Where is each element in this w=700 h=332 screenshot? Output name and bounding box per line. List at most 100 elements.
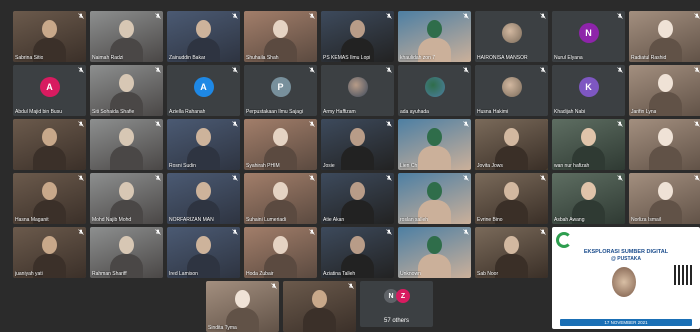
- participant-tile[interactable]: A Aziella Rahanah: [167, 65, 240, 116]
- person-head: [504, 128, 519, 146]
- participant-tile[interactable]: Sabrina Sitio: [13, 11, 86, 62]
- participant-tile[interactable]: wan nur hafizah: [552, 119, 625, 170]
- participant-name: Unknown: [400, 271, 421, 277]
- participant-tile[interactable]: [283, 281, 356, 332]
- participant-tile[interactable]: Army Haffizam: [321, 65, 394, 116]
- participant-name: Hoda Zubair: [246, 271, 274, 277]
- participant-tile[interactable]: Josie: [321, 119, 394, 170]
- participant-tile[interactable]: Suhaini Lumeriadi: [244, 173, 317, 224]
- participant-tile[interactable]: Husna Hakimi: [475, 65, 548, 116]
- mic-off-icon: [155, 175, 161, 181]
- participant-tile[interactable]: Norliza Ismail: [629, 173, 700, 224]
- person-head: [42, 20, 57, 38]
- participant-tile[interactable]: Shuhaila Shah: [244, 11, 317, 62]
- participant-tile[interactable]: NORFARIZAN MAN: [167, 173, 240, 224]
- mic-off-icon: [617, 67, 623, 73]
- participant-name: Naimah Radzi: [92, 55, 124, 61]
- person-head: [119, 236, 134, 254]
- mic-off-icon: [348, 283, 354, 289]
- participant-tile[interactable]: Evrine Bino: [475, 173, 548, 224]
- video-feed: [283, 281, 356, 332]
- participant-name: Khadijah Nabi: [554, 109, 586, 115]
- participant-tile[interactable]: Sindita Tyma: [206, 281, 279, 332]
- mic-off-icon: [463, 229, 469, 235]
- participant-tile[interactable]: Siti Sohaida Shafie: [90, 65, 163, 116]
- mic-off-icon: [309, 229, 315, 235]
- participant-name: Abdul Majid bin Busu: [15, 109, 62, 115]
- video-feed: [90, 119, 163, 170]
- participant-tile[interactable]: khaulidah zon 7: [398, 11, 471, 62]
- participant-tile[interactable]: Hoda Zubair: [244, 227, 317, 278]
- participant-tile[interactable]: Asbah Awang: [552, 173, 625, 224]
- mic-off-icon: [617, 175, 623, 181]
- mic-off-icon: [155, 229, 161, 235]
- participant-name: Nurul Elyana: [554, 55, 583, 61]
- person-head: [427, 20, 442, 38]
- participant-tile[interactable]: Mohd Najib Mohd: [90, 173, 163, 224]
- participant-tile[interactable]: Unknown: [398, 227, 471, 278]
- person-head: [196, 236, 211, 254]
- person-body: [33, 146, 66, 170]
- participant-tile[interactable]: Naimah Radzi: [90, 11, 163, 62]
- person-head: [504, 182, 519, 200]
- participant-name: HAIRONISA MANSOR: [477, 55, 528, 61]
- participant-tile[interactable]: roslan salleh: [398, 173, 471, 224]
- participant-tile[interactable]: HAIRONISA MANSOR: [475, 11, 548, 62]
- participant-tile[interactable]: Sab Noor: [475, 227, 548, 278]
- person-head: [350, 182, 365, 200]
- participant-name: Army Haffizam: [323, 109, 356, 115]
- participant-tile[interactable]: PS KEMAS Ilmu Lopi: [321, 11, 394, 62]
- mic-off-icon: [232, 175, 238, 181]
- participant-tile[interactable]: Lien Ch: [398, 119, 471, 170]
- presentation-tile[interactable]: EKSPLORASI SUMBER DIGITAL @ PUSTAKA 17 NOV…: [552, 227, 700, 329]
- participant-tile[interactable]: [90, 119, 163, 170]
- participant-tile[interactable]: Ired Lamison: [167, 227, 240, 278]
- participant-tile[interactable]: Jarifin Lyna: [629, 65, 700, 116]
- others-tile[interactable]: N Z 57 others: [360, 281, 433, 327]
- participant-name: Siti Sohaida Shafie: [92, 109, 135, 115]
- participant-tile[interactable]: Rosni Sudin: [167, 119, 240, 170]
- participant-tile[interactable]: Aziatina Talleh: [321, 227, 394, 278]
- participant-name: Sab Noor: [477, 271, 499, 277]
- participant-tile[interactable]: Rahman Shariff: [90, 227, 163, 278]
- video-feed: [629, 119, 700, 170]
- person-head: [42, 128, 57, 146]
- mic-off-icon: [617, 121, 623, 127]
- participant-tile[interactable]: [13, 119, 86, 170]
- qr-code: [674, 265, 694, 285]
- participant-grid: Sabrina Sitio Naimah Radzi Zainuddin Bakar…: [0, 0, 700, 332]
- participant-tile[interactable]: juaniyah yati: [13, 227, 86, 278]
- person-head: [312, 290, 327, 308]
- participant-tile[interactable]: Zainuddin Bakar: [167, 11, 240, 62]
- mic-off-icon: [463, 67, 469, 73]
- participant-avatar: K: [578, 77, 599, 98]
- person-body: [495, 254, 528, 278]
- person-head: [427, 128, 442, 146]
- mic-off-icon: [155, 13, 161, 19]
- participant-tile[interactable]: Syahirah PHIM: [244, 119, 317, 170]
- person-head: [119, 128, 134, 146]
- participant-tile[interactable]: Hasna Maganit: [13, 173, 86, 224]
- mic-off-icon: [386, 121, 392, 127]
- participant-tile[interactable]: ada ayuhada: [398, 65, 471, 116]
- participant-name: Ired Lamison: [169, 271, 198, 277]
- participant-name: Hasna Maganit: [15, 217, 49, 223]
- participant-tile[interactable]: A Abdul Majid bin Busu: [13, 65, 86, 116]
- participant-tile[interactable]: Radiatul Rashid: [629, 11, 700, 62]
- participant-name: Josie: [323, 163, 335, 169]
- participant-avatar: N: [578, 23, 599, 44]
- person-head: [273, 20, 288, 38]
- person-head: [273, 236, 288, 254]
- participant-tile[interactable]: P Perpustakaan Ilmu Sajagi: [244, 65, 317, 116]
- participant-tile[interactable]: Jovita Jows: [475, 119, 548, 170]
- participant-name: Mohd Najib Mohd: [92, 217, 132, 223]
- participant-tile[interactable]: K Khadijah Nabi: [552, 65, 625, 116]
- participant-name: Asbah Awang: [554, 217, 585, 223]
- person-head: [196, 182, 211, 200]
- mic-off-icon: [309, 67, 315, 73]
- person-head: [350, 20, 365, 38]
- participant-tile[interactable]: N Nurul Elyana: [552, 11, 625, 62]
- participant-tile[interactable]: [629, 119, 700, 170]
- participant-name: Aziella Rahanah: [169, 109, 206, 115]
- participant-tile[interactable]: Atie Akan: [321, 173, 394, 224]
